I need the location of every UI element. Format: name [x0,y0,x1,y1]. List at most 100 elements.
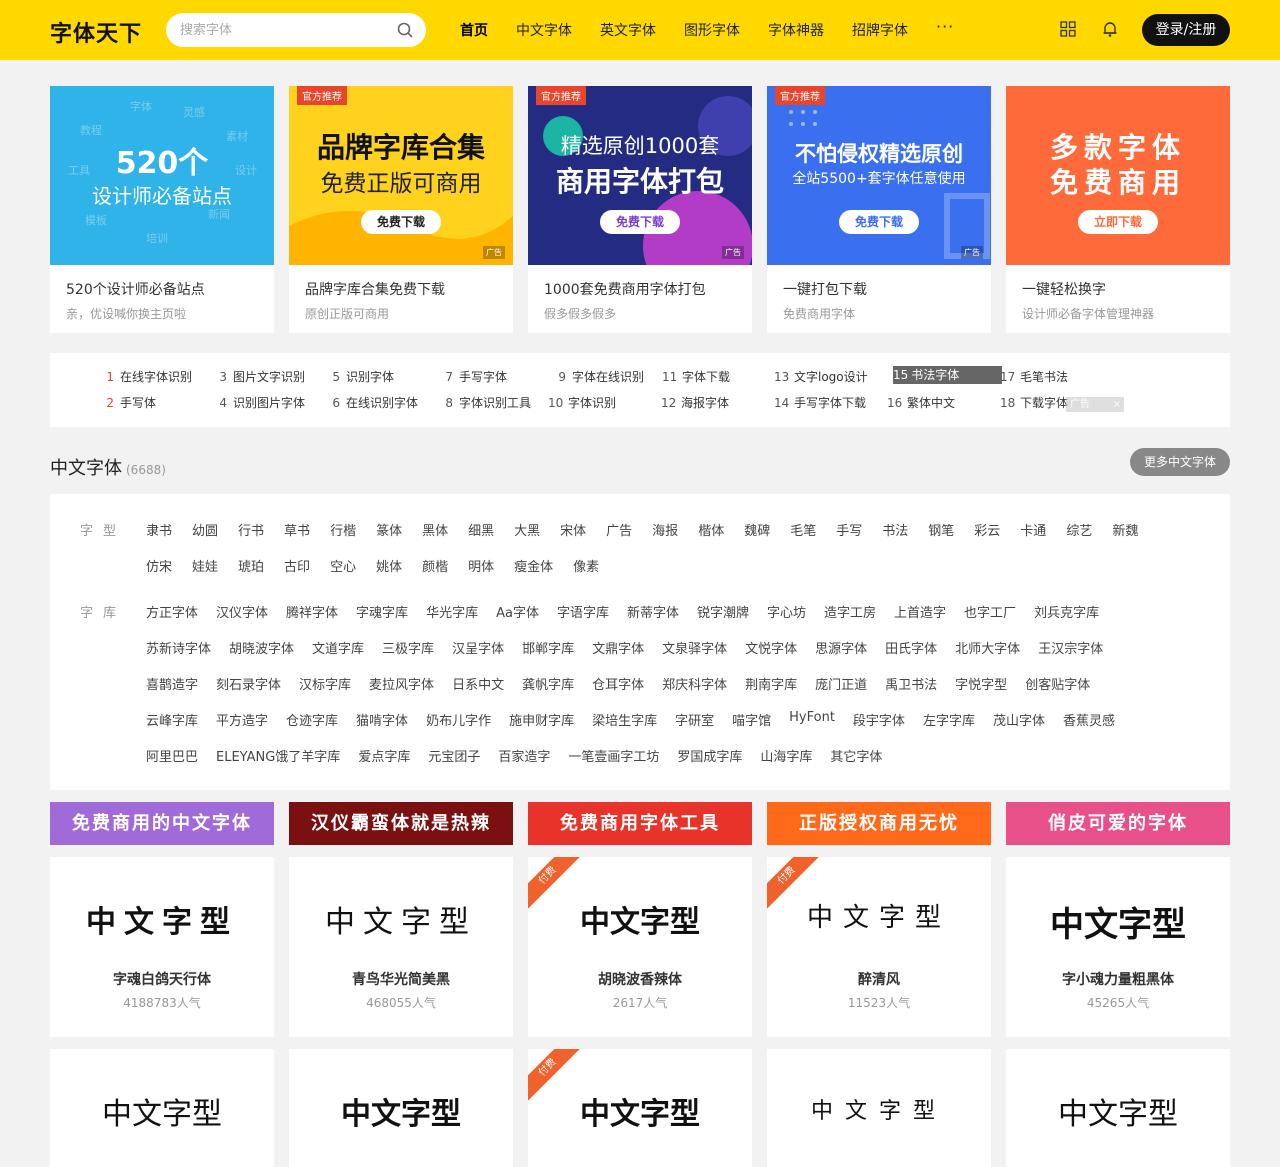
banner-card[interactable]: 官方推荐 精选原创1000套 商用字体打包 免费下载 广告 1000套免费商用字… [528,86,752,333]
hot-search-item[interactable]: 7 手写字体 [439,368,507,385]
font-library-link[interactable]: 北师大字体 [955,638,1020,657]
font-library-link[interactable]: HyFont [789,710,835,729]
font-type-link[interactable]: 瘦金体 [514,556,553,575]
font-card[interactable]: 中文字型 [50,1049,274,1167]
nav-font-tools[interactable]: 字体神器 [768,20,824,40]
font-library-link[interactable]: 华光字库 [426,602,478,621]
font-type-link[interactable]: 像素 [573,556,599,575]
font-type-link[interactable]: 彩云 [974,520,1000,539]
font-library-link[interactable]: 也字工厂 [964,602,1016,621]
font-type-link[interactable]: 广告 [606,520,632,539]
hot-search-item-selected[interactable]: 15 书法字体 [893,366,1002,384]
banner-image[interactable]: 官方推荐 不怕侵权精选原创 全站5500+套字体任意使用 免费下载 广告 [767,86,991,265]
font-library-link[interactable]: 阿里巴巴 [146,746,198,765]
banner-card[interactable]: 字体 灵感 教程 工具 素材 模板 培训 新闻 设计 520个 设计师必备站点 … [50,86,274,333]
font-type-link[interactable]: 毛笔 [790,520,816,539]
close-icon[interactable]: × [1113,397,1121,412]
font-library-link[interactable]: 云峰字库 [146,710,198,729]
font-library-link[interactable]: 创客贴字体 [1025,674,1090,693]
banner-card[interactable]: 官方推荐 品牌字库合集 免费正版可商用 免费下载 广告 品牌字库合集免费下载 原… [289,86,513,333]
download-now-button[interactable]: 立即下载 [1078,210,1158,234]
nav-home[interactable]: 首页 [460,20,488,40]
font-library-link[interactable]: 文道字库 [312,638,364,657]
free-download-button[interactable]: 免费下载 [839,210,919,234]
font-type-link[interactable]: 篆体 [376,520,402,539]
grid-icon[interactable] [1058,19,1078,39]
hot-search-item[interactable]: 2 手写体 [100,394,156,411]
bell-icon[interactable] [1100,19,1120,39]
font-library-link[interactable]: 梁培生字库 [592,710,657,729]
font-card[interactable]: 中文字型 青鸟华光简美黑 468055人气 [289,857,513,1037]
font-type-link[interactable]: 新魏 [1112,520,1138,539]
font-library-link[interactable]: 三极字库 [382,638,434,657]
font-library-link[interactable]: 喜鹊造字 [146,674,198,693]
font-library-link[interactable]: 龚帆字库 [522,674,574,693]
banner-title[interactable]: 品牌字库合集免费下载 [305,279,445,299]
font-type-link[interactable]: 大黑 [514,520,540,539]
font-type-link[interactable]: 行书 [238,520,264,539]
nav-sign-fonts[interactable]: 招牌字体 [852,20,908,40]
font-type-link[interactable]: 娃娃 [192,556,218,575]
search-input[interactable] [180,21,380,39]
font-card[interactable]: 中文字型 字魂白鸽天行体 4188783人气 [50,857,274,1037]
hot-search-item[interactable]: 14 手写字体下载 [774,394,866,411]
font-library-link[interactable]: 王汉宗字体 [1038,638,1103,657]
font-card[interactable]: 中文字型 [767,1049,991,1167]
font-library-link[interactable]: 香蕉灵感 [1063,710,1115,729]
font-library-link[interactable]: 造字工房 [824,602,876,621]
hot-search-item[interactable]: 18 下载字体 [1000,394,1068,411]
hot-search-item[interactable]: 9 字体在线识别 [552,368,644,385]
font-library-link[interactable]: 汉呈字体 [452,638,504,657]
font-library-link[interactable]: 猫啃字体 [356,710,408,729]
font-card[interactable]: 中文字型 字小魂力量粗黑体 45265人气 [1006,857,1230,1037]
font-library-link[interactable]: 锐字潮牌 [697,602,749,621]
search-icon[interactable] [396,21,414,39]
font-type-link[interactable]: 空心 [330,556,356,575]
font-type-link[interactable]: 海报 [652,520,678,539]
font-library-link[interactable]: 喵字馆 [732,710,771,729]
font-library-link[interactable]: 腾祥字体 [286,602,338,621]
font-name[interactable]: 字小魂力量粗黑体 [1006,969,1230,989]
font-library-link[interactable]: 施申财字库 [509,710,574,729]
font-library-link[interactable]: 爱点字库 [358,746,410,765]
font-name[interactable]: 字魂白鸽天行体 [50,969,274,989]
font-library-link[interactable]: 仓耳字体 [592,674,644,693]
font-type-link[interactable]: 综艺 [1066,520,1092,539]
font-type-link[interactable]: 行楷 [330,520,356,539]
font-type-link[interactable]: 幼圆 [192,520,218,539]
font-library-link[interactable]: 其它字体 [830,746,882,765]
font-type-link[interactable]: 楷体 [698,520,724,539]
font-type-link[interactable]: 细黑 [468,520,494,539]
font-name[interactable]: 青鸟华光简美黑 [289,969,513,989]
banner-title[interactable]: 一键打包下载 [783,279,867,299]
banner-image[interactable]: 官方推荐 精选原创1000套 商用字体打包 免费下载 广告 [528,86,752,265]
font-library-link[interactable]: 字悦字型 [955,674,1007,693]
font-library-link[interactable]: 禹卫书法 [885,674,937,693]
font-type-link[interactable]: 明体 [468,556,494,575]
font-type-link[interactable]: 卡通 [1020,520,1046,539]
topic-banner[interactable]: 免费商用字体工具 [528,802,752,845]
font-library-link[interactable]: 日系中文 [452,674,504,693]
hot-search-item[interactable]: 16 繁体中文 [887,394,955,411]
font-library-link[interactable]: 文悦字体 [745,638,797,657]
font-library-link[interactable]: 胡晓波字体 [229,638,294,657]
font-library-link[interactable]: 刻石录字体 [216,674,281,693]
font-library-link[interactable]: 田氏字体 [885,638,937,657]
login-register-button[interactable]: 登录/注册 [1142,14,1230,46]
hot-search-item[interactable]: 12 海报字体 [661,394,729,411]
font-type-link[interactable]: 仿宋 [146,556,172,575]
font-library-link[interactable]: 字魂字库 [356,602,408,621]
hot-search-item[interactable]: 1 在线字体识别 [100,368,192,385]
font-library-link[interactable]: 汉仪字体 [216,602,268,621]
font-name[interactable]: 醉清风 [767,969,991,989]
font-library-link[interactable]: 汉标字库 [299,674,351,693]
font-type-link[interactable]: 琥珀 [238,556,264,575]
hot-search-item[interactable]: 3 图片文字识别 [213,368,305,385]
font-library-link[interactable]: ELEYANG饿了羊字库 [216,746,340,765]
topic-banner[interactable]: 正版授权商用无忧 [767,802,991,845]
banner-image[interactable]: 字体 灵感 教程 工具 素材 模板 培训 新闻 设计 520个 设计师必备站点 [50,86,274,265]
font-library-link[interactable]: 字心坊 [767,602,806,621]
font-library-link[interactable]: 百家造字 [498,746,550,765]
hot-search-item[interactable]: 13 文字logo设计 [774,368,868,385]
font-card[interactable]: 付费 中文字型 醉清风 11523人气 [767,857,991,1037]
